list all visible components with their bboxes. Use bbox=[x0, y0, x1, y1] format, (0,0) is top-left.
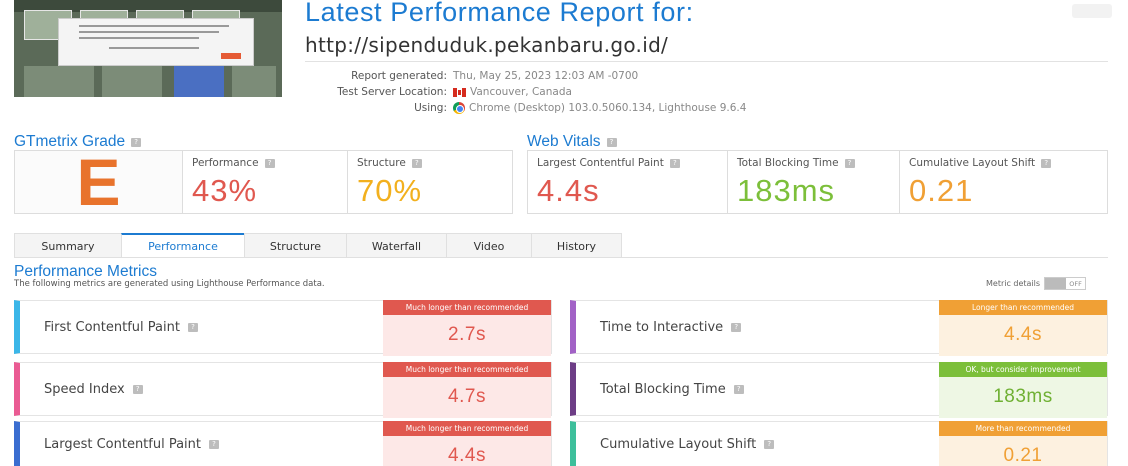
structure-label: Structure bbox=[357, 157, 406, 169]
metric-value-box: Much longer than recommended 2.7s bbox=[383, 300, 551, 356]
metric-name: Speed Index bbox=[44, 381, 125, 397]
metric-value-box: Longer than recommended 4.4s bbox=[939, 300, 1107, 356]
toggle-knob bbox=[1045, 278, 1067, 289]
tab-video[interactable]: Video bbox=[446, 233, 532, 258]
metric-row-cumulative-layout-shift: Cumulative Layout Shift? More than recom… bbox=[570, 421, 1108, 466]
meta-key: Report generated: bbox=[351, 70, 447, 82]
performance-score: 43% bbox=[192, 173, 258, 208]
web-vital-cell: Cumulative Layout Shift? 0.21 bbox=[899, 151, 1107, 213]
meta-server-location: Test Server Location: Vancouver, Canada bbox=[250, 86, 950, 98]
thumbnail-panel bbox=[102, 66, 162, 97]
grade-cell: E bbox=[15, 145, 182, 219]
grade-letter: E bbox=[76, 145, 121, 219]
web-vital-label: Largest Contentful Paint bbox=[537, 157, 664, 169]
metric-value-box: More than recommended 0.21 bbox=[939, 421, 1107, 466]
report-title: Latest Performance Report for: bbox=[305, 0, 694, 27]
performance-label: Performance bbox=[192, 157, 259, 169]
web-vitals-box: Largest Contentful Paint? 4.4s Total Blo… bbox=[527, 150, 1108, 214]
help-icon[interactable]: ? bbox=[733, 384, 744, 394]
report-url[interactable]: http://sipenduduk.pekanbaru.go.id/ bbox=[305, 33, 668, 57]
metric-name: Cumulative Layout Shift bbox=[600, 436, 757, 452]
tab-summary[interactable]: Summary bbox=[14, 233, 122, 258]
canada-flag-icon bbox=[453, 87, 466, 97]
web-vital-value: 183ms bbox=[737, 173, 836, 208]
tab-structure[interactable]: Structure bbox=[244, 233, 347, 258]
metric-row-time-to-interactive: Time to Interactive? Longer than recomme… bbox=[570, 300, 1108, 356]
tab-waterfall[interactable]: Waterfall bbox=[346, 233, 447, 258]
web-vital-value: 4.4s bbox=[537, 173, 600, 208]
web-vital-value: 0.21 bbox=[909, 173, 974, 208]
thumbnail-dialog bbox=[58, 18, 254, 66]
meta-value: Thu, May 25, 2023 12:03 AM -0700 bbox=[453, 70, 639, 82]
tab-performance[interactable]: Performance bbox=[121, 233, 245, 258]
help-icon[interactable]: ? bbox=[1041, 158, 1052, 168]
metric-row-total-blocking-time: Total Blocking Time? OK, but consider im… bbox=[570, 362, 1108, 418]
web-vital-label: Cumulative Layout Shift bbox=[909, 157, 1036, 169]
scroll-indicator bbox=[1072, 4, 1112, 18]
metric-value: 4.4s bbox=[1004, 324, 1042, 345]
help-icon[interactable]: ? bbox=[132, 384, 143, 394]
meta-report-generated: Report generated: Thu, May 25, 2023 12:0… bbox=[250, 70, 950, 82]
divider bbox=[305, 61, 1108, 62]
performance-score-cell: Performance? 43% bbox=[182, 151, 347, 213]
help-icon[interactable]: ? bbox=[764, 439, 775, 449]
help-icon[interactable]: ? bbox=[669, 158, 680, 168]
metric-details-label: Metric details bbox=[986, 279, 1041, 288]
help-icon[interactable]: ? bbox=[844, 158, 855, 168]
meta-value: Vancouver, Canada bbox=[470, 86, 572, 98]
toggle-state: OFF bbox=[1069, 279, 1082, 288]
web-vital-label: Total Blocking Time bbox=[737, 157, 839, 169]
metric-value: 4.4s bbox=[448, 445, 486, 466]
help-icon[interactable]: ? bbox=[131, 137, 142, 147]
structure-score: 70% bbox=[357, 173, 423, 208]
metric-details-toggle[interactable]: OFF bbox=[1044, 277, 1087, 290]
tab-underline bbox=[14, 257, 1108, 258]
web-vital-cell: Largest Contentful Paint? 4.4s bbox=[528, 151, 727, 213]
help-icon[interactable]: ? bbox=[731, 322, 742, 332]
structure-score-cell: Structure? 70% bbox=[347, 151, 512, 213]
metric-value: 4.7s bbox=[448, 386, 486, 407]
help-icon[interactable]: ? bbox=[209, 439, 220, 449]
help-icon[interactable]: ? bbox=[411, 158, 422, 168]
metric-status-badge: Much longer than recommended bbox=[383, 362, 551, 377]
performance-metrics-subtitle: The following metrics are generated usin… bbox=[14, 279, 325, 289]
metric-name: Total Blocking Time bbox=[600, 381, 726, 397]
metric-value: 183ms bbox=[993, 386, 1053, 407]
meta-key: Test Server Location: bbox=[337, 86, 447, 98]
metric-status-badge: Longer than recommended bbox=[939, 300, 1107, 315]
meta-key: Using: bbox=[414, 102, 447, 114]
page-screenshot-thumbnail[interactable] bbox=[14, 0, 282, 97]
meta-using: Using: Chrome (Desktop) 103.0.5060.134, … bbox=[250, 102, 950, 114]
metric-name: First Contentful Paint bbox=[44, 319, 180, 335]
metric-value-box: Much longer than recommended 4.4s bbox=[383, 421, 551, 466]
metric-value-box: Much longer than recommended 4.7s bbox=[383, 362, 551, 418]
metric-value: 0.21 bbox=[1003, 445, 1043, 466]
meta-value: Chrome (Desktop) 103.0.5060.134, Lightho… bbox=[469, 102, 747, 114]
help-icon[interactable]: ? bbox=[606, 137, 617, 147]
tab-history[interactable]: History bbox=[531, 233, 622, 258]
metric-status-badge: Much longer than recommended bbox=[383, 421, 551, 436]
metric-details-toggle-group: Metric details OFF bbox=[986, 277, 1087, 290]
help-icon[interactable]: ? bbox=[187, 322, 198, 332]
metric-row-speed-index: Speed Index? Much longer than recommende… bbox=[14, 362, 552, 418]
web-vitals-title: Web Vitals ? bbox=[527, 133, 617, 151]
metric-status-badge: More than recommended bbox=[939, 421, 1107, 436]
thumbnail-panel bbox=[24, 66, 94, 97]
metric-value: 2.7s bbox=[448, 324, 486, 345]
gtmetrix-grade-box: E Performance? 43% Structure? 70% bbox=[14, 145, 513, 219]
web-vital-cell: Total Blocking Time? 183ms bbox=[727, 151, 899, 213]
help-icon[interactable]: ? bbox=[264, 158, 275, 168]
report-tabs: Summary Performance Structure Waterfall … bbox=[14, 233, 622, 258]
metric-name: Largest Contentful Paint bbox=[44, 436, 202, 452]
metric-value-box: OK, but consider improvement 183ms bbox=[939, 362, 1107, 418]
metric-status-badge: Much longer than recommended bbox=[383, 300, 551, 315]
chrome-icon bbox=[453, 102, 465, 114]
metric-status-badge: OK, but consider improvement bbox=[939, 362, 1107, 377]
thumbnail-panel bbox=[174, 66, 224, 97]
metric-row-largest-contentful-paint: Largest Contentful Paint? Much longer th… bbox=[14, 421, 552, 466]
metric-row-first-contentful-paint: First Contentful Paint? Much longer than… bbox=[14, 300, 552, 356]
metric-name: Time to Interactive bbox=[600, 319, 724, 335]
